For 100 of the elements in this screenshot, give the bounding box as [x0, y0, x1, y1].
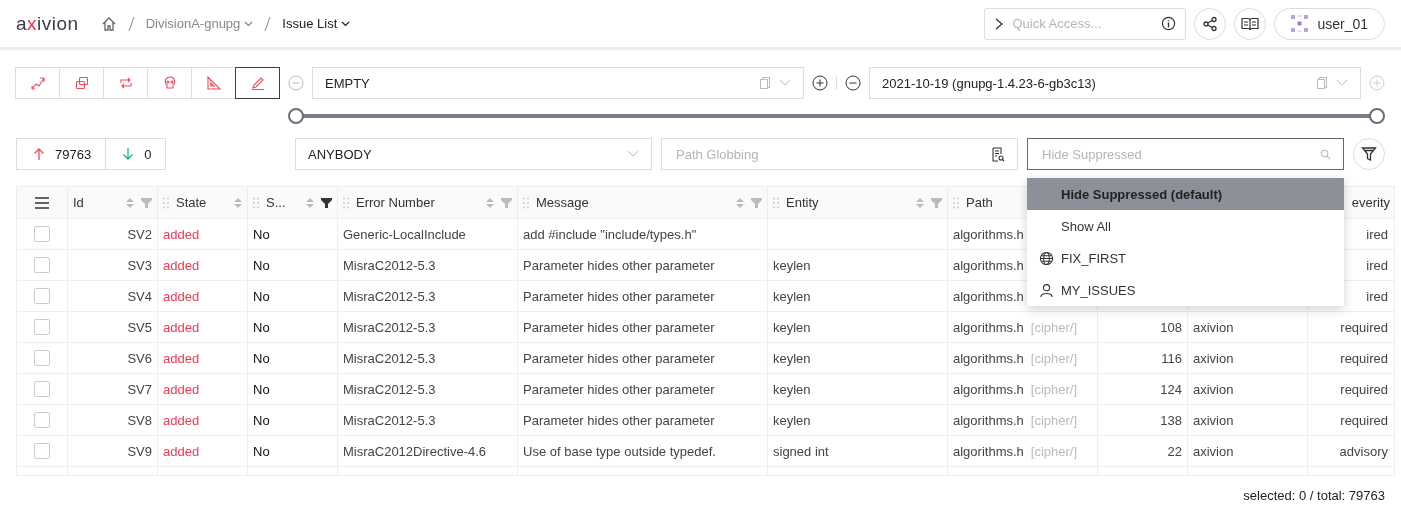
table-cell: [cipher/]	[1030, 443, 1078, 459]
row-checkbox[interactable]	[34, 288, 50, 304]
avatar-icon	[1291, 15, 1309, 32]
sort-icon[interactable]	[916, 196, 924, 209]
status-text: selected: 0 / total: 79763	[1243, 488, 1385, 503]
copy-icon[interactable]	[759, 76, 771, 90]
table-cell: added	[163, 226, 200, 242]
table-cell: required	[1340, 319, 1388, 335]
table-cell: added	[163, 257, 200, 273]
table-cell: keylen	[773, 381, 811, 397]
column-header[interactable]: Entity	[786, 195, 909, 210]
table-cell: [cipher/]	[1030, 350, 1078, 366]
copy-icon[interactable]	[1316, 76, 1328, 90]
table-cell: MisraC2012-5.3	[343, 412, 436, 428]
table-cell: SV9	[127, 443, 152, 459]
sort-icon[interactable]	[306, 196, 314, 209]
file-search-icon[interactable]	[991, 146, 1005, 162]
user-select[interactable]: ANYBODY	[295, 138, 652, 170]
sort-icon[interactable]	[486, 196, 494, 209]
table-cell: SV7	[127, 381, 152, 397]
column-header[interactable]: Id	[73, 195, 119, 210]
column-header[interactable]: everity	[1351, 195, 1390, 210]
chevron-icon	[779, 79, 791, 87]
chevron-icon[interactable]	[341, 20, 351, 27]
info-icon[interactable]	[1161, 16, 1177, 31]
table-cell: [cipher/]	[1030, 412, 1078, 428]
drag-handle-icon[interactable]	[253, 196, 259, 209]
table-cell: algorithms.h	[953, 226, 1024, 242]
table-cell: keylen	[773, 350, 811, 366]
row-checkbox[interactable]	[34, 381, 50, 397]
share-button[interactable]	[1194, 7, 1227, 40]
chevron-right-icon	[994, 17, 1005, 30]
toolbar-button[interactable]	[235, 67, 280, 99]
row-checkbox[interactable]	[34, 226, 50, 242]
menu-item[interactable]: MY_ISSUES	[1027, 274, 1344, 306]
table-cell: 116	[1161, 350, 1182, 366]
table-cell: keylen	[773, 288, 811, 304]
table-cell: MisraC2012-5.3	[343, 288, 436, 304]
add-icon[interactable]	[812, 75, 828, 91]
row-checkbox[interactable]	[34, 412, 50, 428]
table-cell: algorithms.h	[953, 288, 1024, 304]
logo[interactable]: axivion	[16, 12, 79, 35]
row-checkbox[interactable]	[34, 319, 50, 335]
table-cell: MisraC2012-5.3	[343, 381, 436, 397]
menu-item[interactable]: Show All	[1027, 210, 1344, 242]
table-cell: keylen	[773, 412, 811, 428]
slider-thumb[interactable]	[288, 108, 304, 124]
home-icon[interactable]	[100, 15, 117, 32]
filter-icon[interactable]	[321, 197, 332, 208]
path-input[interactable]: Path Globbing	[674, 145, 991, 163]
book-button[interactable]	[1234, 7, 1267, 40]
row-checkbox[interactable]	[34, 257, 50, 273]
table-cell: No	[253, 288, 270, 304]
table-cell: SV8	[127, 412, 152, 428]
sort-icon[interactable]	[736, 196, 744, 209]
slider-thumb[interactable]	[1369, 108, 1385, 124]
trend-icon	[29, 75, 46, 91]
removed-count[interactable]: 0	[105, 139, 166, 169]
version-select[interactable]: EMPTY	[312, 67, 804, 99]
path-field[interactable]: Path Globbing	[661, 138, 1018, 170]
sort-icon[interactable]	[126, 196, 134, 209]
remove-icon[interactable]	[845, 75, 861, 91]
table-cell: No	[253, 226, 270, 242]
menu-icon[interactable]	[35, 196, 49, 209]
table-cell: No	[253, 319, 270, 335]
table-cell: ired	[1366, 288, 1388, 304]
column-header[interactable]: Message	[536, 195, 729, 210]
filter-button[interactable]	[1353, 138, 1385, 170]
menu-item[interactable]: Hide Suppressed (default)	[1027, 178, 1344, 210]
suppression-field[interactable]: Hide Suppressed	[1027, 138, 1344, 170]
row-checkbox[interactable]	[34, 350, 50, 366]
arrow-up-icon	[33, 147, 45, 161]
added-count[interactable]: 79763	[17, 139, 106, 169]
suppression-input[interactable]: Hide Suppressed	[1040, 145, 1320, 163]
table-cell: Parameter hides other parameter	[523, 257, 715, 273]
quick-access-field[interactable]: Quick Access...	[984, 7, 1187, 40]
breadcrumb[interactable]: Issue List	[282, 16, 351, 31]
column-header[interactable]: State	[176, 195, 227, 210]
quick-access-input[interactable]: Quick Access...	[1010, 15, 1156, 32]
table-cell: 108	[1160, 319, 1182, 335]
drag-handle-icon[interactable]	[163, 196, 169, 209]
drag-handle-icon[interactable]	[953, 196, 959, 209]
row-checkbox[interactable]	[34, 443, 50, 459]
user-button[interactable]: user_01	[1274, 7, 1385, 40]
arrow-down-icon	[122, 147, 135, 161]
drag-handle-icon[interactable]	[773, 196, 779, 209]
cycle-icon	[117, 75, 134, 91]
drag-handle-icon[interactable]	[523, 196, 529, 209]
table-cell: 22	[1167, 443, 1182, 459]
breadcrumb[interactable]: DivisionA-gnupg	[145, 16, 254, 31]
column-header[interactable]: Error Number	[356, 195, 479, 210]
menu-item[interactable]: FIX_FIRST	[1027, 242, 1344, 274]
version-select[interactable]: 2021-10-19 (gnupg-1.4.23-6-gb3c13)	[869, 67, 1361, 99]
drag-handle-icon[interactable]	[343, 196, 349, 209]
table-cell: No	[253, 257, 270, 273]
sort-icon[interactable]	[234, 196, 242, 209]
table-cell: signed int	[773, 443, 829, 459]
column-header[interactable]: S...	[266, 195, 299, 210]
share-icon	[1202, 15, 1219, 32]
table-cell: axivion	[1193, 350, 1234, 366]
